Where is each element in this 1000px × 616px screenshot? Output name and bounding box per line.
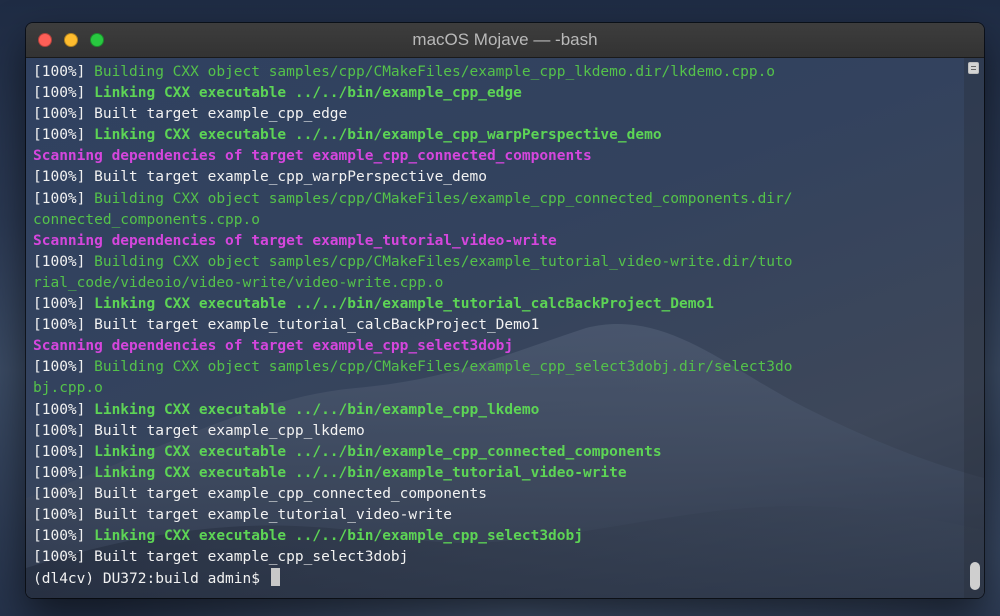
terminal-line: [100%] Built target example_cpp_lkdemo (33, 421, 960, 442)
shell-prompt: (dl4cv) DU372:build admin$ (33, 571, 269, 588)
title-bar[interactable]: macOS Mojave — -bash (26, 23, 984, 58)
scroll-menu-icon[interactable] (968, 62, 979, 74)
line-text: Built target example_cpp_warpPerspective… (94, 169, 487, 186)
terminal-line: [100%] Building CXX object samples/cpp/C… (33, 62, 960, 83)
terminal-line: Scanning dependencies of target example_… (33, 146, 960, 167)
terminal-line: [100%] Linking CXX executable ../../bin/… (33, 294, 960, 315)
line-text: Built target example_tutorial_calcBackPr… (94, 317, 540, 334)
line-text: Linking CXX executable ../../bin/example… (94, 296, 714, 313)
terminal-line: [100%] Linking CXX executable ../../bin/… (33, 83, 960, 104)
progress-prefix: [100%] (33, 317, 95, 334)
terminal-line: [100%] Built target example_tutorial_vid… (33, 505, 960, 526)
terminal-line: [100%] Linking CXX executable ../../bin/… (33, 463, 960, 484)
terminal-line: [100%] Building CXX object samples/cpp/C… (33, 189, 960, 210)
terminal-line: [100%] Built target example_cpp_connecte… (33, 484, 960, 505)
scrollbar-thumb[interactable] (970, 562, 980, 590)
terminal-output[interactable]: [100%] Building CXX object samples/cpp/C… (33, 62, 960, 589)
progress-prefix: [100%] (33, 401, 95, 418)
line-text: Building CXX object samples/cpp/CMakeFil… (94, 190, 793, 207)
progress-prefix: [100%] (33, 485, 95, 502)
terminal-line: [100%] Built target example_cpp_select3d… (33, 547, 960, 568)
progress-prefix: [100%] (33, 422, 95, 439)
progress-prefix: [100%] (33, 464, 95, 481)
terminal-line: [100%] Linking CXX executable ../../bin/… (33, 526, 960, 547)
terminal-line: [100%] Linking CXX executable ../../bin/… (33, 125, 960, 146)
line-text: Building CXX object samples/cpp/CMakeFil… (94, 64, 776, 80)
progress-prefix: [100%] (33, 443, 95, 460)
terminal-line: [100%] Building CXX object samples/cpp/C… (33, 252, 960, 273)
progress-prefix: [100%] (33, 506, 95, 523)
terminal-line: [100%] Built target example_cpp_warpPers… (33, 167, 960, 188)
line-text: Linking CXX executable ../../bin/example… (94, 85, 522, 102)
progress-prefix: [100%] (33, 549, 95, 566)
line-text: Scanning dependencies of target example_… (33, 232, 557, 249)
line-text: Built target example_cpp_edge (94, 106, 348, 123)
terminal-line: bj.cpp.o (33, 378, 960, 399)
progress-prefix: [100%] (33, 190, 95, 207)
terminal-line: [100%] Built target example_tutorial_cal… (33, 315, 960, 336)
line-text: connected_components.cpp.o (33, 211, 260, 228)
progress-prefix: [100%] (33, 528, 95, 545)
line-text: Scanning dependencies of target example_… (33, 148, 592, 165)
line-text: Built target example_cpp_connected_compo… (94, 485, 487, 502)
line-text: Linking CXX executable ../../bin/example… (94, 127, 662, 144)
line-text: rial_code/videoio/video-write/video-writ… (33, 274, 444, 291)
progress-prefix: [100%] (33, 359, 95, 376)
prompt-line[interactable]: (dl4cv) DU372:build admin$ (33, 568, 960, 589)
line-text: Building CXX object samples/cpp/CMakeFil… (94, 253, 793, 270)
line-text: Linking CXX executable ../../bin/example… (94, 443, 662, 460)
line-text: Linking CXX executable ../../bin/example… (94, 401, 540, 418)
terminal-line: rial_code/videoio/video-write/video-writ… (33, 273, 960, 294)
progress-prefix: [100%] (33, 64, 95, 80)
line-text: Linking CXX executable ../../bin/example… (94, 464, 627, 481)
line-text: Built target example_cpp_select3dobj (94, 549, 409, 566)
terminal-window[interactable]: macOS Mojave — -bash [100%] Building CXX… (26, 23, 984, 598)
line-text: Building CXX object samples/cpp/CMakeFil… (94, 359, 793, 376)
terminal-line: [100%] Built target example_cpp_edge (33, 104, 960, 125)
line-text: Scanning dependencies of target example_… (33, 338, 514, 355)
progress-prefix: [100%] (33, 296, 95, 313)
progress-prefix: [100%] (33, 85, 95, 102)
terminal-line: connected_components.cpp.o (33, 210, 960, 231)
line-text: Built target example_tutorial_video-writ… (94, 506, 453, 523)
terminal-line: [100%] Linking CXX executable ../../bin/… (33, 442, 960, 463)
window-title: macOS Mojave — -bash (412, 30, 598, 49)
progress-prefix: [100%] (33, 169, 95, 186)
terminal-line: [100%] Linking CXX executable ../../bin/… (33, 400, 960, 421)
terminal-line: Scanning dependencies of target example_… (33, 231, 960, 252)
progress-prefix: [100%] (33, 106, 95, 123)
scrollbar[interactable] (964, 58, 984, 598)
terminal-content[interactable]: [100%] Building CXX object samples/cpp/C… (26, 58, 984, 598)
text-cursor (270, 568, 280, 587)
line-text: Built target example_cpp_lkdemo (94, 422, 365, 439)
terminal-line: [100%] Building CXX object samples/cpp/C… (33, 357, 960, 378)
line-text: bj.cpp.o (33, 380, 103, 397)
progress-prefix: [100%] (33, 253, 95, 270)
terminal-line: Scanning dependencies of target example_… (33, 336, 960, 357)
line-text: Linking CXX executable ../../bin/example… (94, 528, 583, 545)
progress-prefix: [100%] (33, 127, 95, 144)
